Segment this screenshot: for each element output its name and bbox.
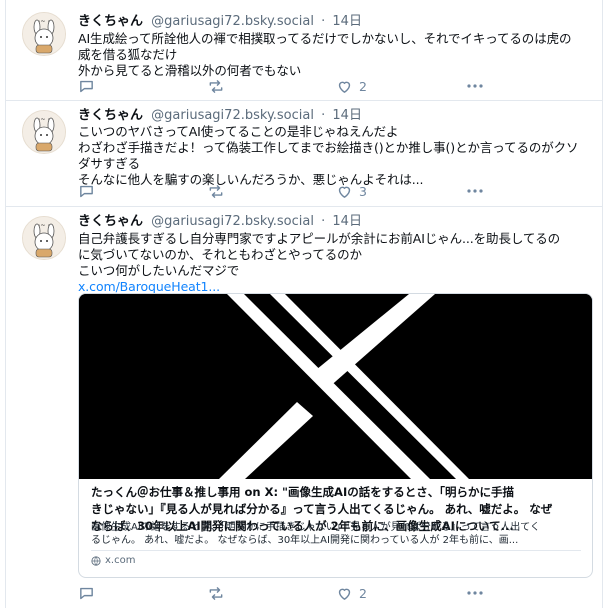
like-count: 2 <box>359 585 367 601</box>
card-image <box>79 294 592 479</box>
author-name[interactable]: きくちゃん <box>78 214 143 229</box>
post-actions: 3 <box>78 182 498 200</box>
post-line: に気づいてないのか、それともわざとやってるのか <box>78 247 362 262</box>
reply-icon <box>80 185 93 197</box>
avatar-rabbit-illustration: ~~ ~ <box>23 111 65 153</box>
avatar[interactable]: ~~ ~ <box>22 110 66 154</box>
post-header: きくちゃん @gariusagi72.bsky.social · 14日 <box>78 108 362 124</box>
x-logo-icon <box>79 294 592 479</box>
repost-icon <box>209 586 223 600</box>
more-icon <box>467 591 483 595</box>
heart-icon <box>338 186 351 198</box>
card-desc-line: 画像生成AIの話をするとさ、「明らかに手描きじゃない」『見る人が見れば分かる』っ… <box>91 522 540 533</box>
like-button[interactable]: 3 <box>336 182 367 200</box>
author-name[interactable]: きくちゃん <box>78 14 143 29</box>
separator-dot: · <box>321 14 326 29</box>
more-options-button[interactable] <box>466 584 484 602</box>
repost-icon <box>209 184 223 198</box>
post-line: AI生成絵って所詮他人の褌で相撲取ってるだけでしかないし、それでイキってるのは虎… <box>78 31 572 46</box>
link-preview-card[interactable]: たっくん＠お仕事＆推し事用 on X: "画像生成AIの話をするとさ、「明らかに… <box>78 293 593 578</box>
post-item[interactable]: ~~ ~ きくちゃん @gariusagi72.bsky.social · 14… <box>6 0 602 101</box>
repost-button[interactable] <box>207 77 231 95</box>
avatar[interactable]: ~~ ~ <box>22 216 66 260</box>
post-header: きくちゃん @gariusagi72.bsky.social · 14日 <box>78 214 362 230</box>
separator-dot: · <box>321 214 326 229</box>
post-actions: 2 <box>78 584 498 602</box>
globe-icon <box>91 556 101 566</box>
post-link[interactable]: x.com/BaroqueHeat1... <box>78 279 220 294</box>
like-button[interactable]: 2 <box>336 77 367 95</box>
reply-button[interactable] <box>78 584 101 602</box>
heart-icon <box>338 588 351 600</box>
reply-icon <box>80 587 93 599</box>
card-title-line: きじゃない」『見る人が見れば分かる』って言う人出てくるじゃん。 あれ、嘘だよ。 … <box>91 502 553 516</box>
post-text: AI生成絵って所詮他人の褌で相撲取ってるだけでしかないし、それでイキってるのは虎… <box>78 31 588 79</box>
post-item[interactable]: ~~ ~ きくちゃん @gariusagi72.bsky.social · 14… <box>6 101 602 207</box>
post-actions: 2 <box>78 77 498 95</box>
post-line: わざわざ手描きだよ！って偽装工作してまでお絵描き()とか推し事()とか言ってるの… <box>78 140 579 155</box>
author-handle[interactable]: @gariusagi72.bsky.social <box>151 108 314 123</box>
reply-button[interactable] <box>78 182 101 200</box>
heart-icon <box>338 81 351 93</box>
reply-button[interactable] <box>78 77 101 95</box>
post-feed: ~~ ~ きくちゃん @gariusagi72.bsky.social · 14… <box>5 0 603 608</box>
author-handle[interactable]: @gariusagi72.bsky.social <box>151 214 314 229</box>
post-line: 威を借る狐なだけ <box>78 47 178 62</box>
like-count: 3 <box>359 183 367 199</box>
post-line: 自己弁護長すぎるし自分専門家ですよアピールが余計にお前AIじゃん...を助長して… <box>78 231 561 246</box>
post-item[interactable]: ~~ ~ きくちゃん @gariusagi72.bsky.social · 14… <box>6 207 602 608</box>
avatar-rabbit-illustration: ~~ ~ <box>23 217 65 259</box>
more-icon <box>467 189 483 193</box>
author-name[interactable]: きくちゃん <box>78 108 143 123</box>
like-count: 2 <box>359 78 367 94</box>
avatar-rabbit-illustration: ~~ ~ <box>23 13 65 55</box>
post-time[interactable]: 14日 <box>332 214 362 229</box>
like-button[interactable]: 2 <box>336 584 367 602</box>
repost-icon <box>209 79 223 93</box>
post-line: こいつのヤバさってAI使ってることの是非じゃねえんだよ <box>78 124 399 139</box>
post-header: きくちゃん @gariusagi72.bsky.social · 14日 <box>78 14 362 30</box>
post-line: こいつ何がしたいんだマジで <box>78 263 240 278</box>
card-title-line: たっくん＠お仕事＆推し事用 on X: "画像生成AIの話をするとさ、「明らかに… <box>91 485 514 499</box>
reply-icon <box>80 80 93 92</box>
author-handle[interactable]: @gariusagi72.bsky.social <box>151 14 314 29</box>
repost-button[interactable] <box>207 584 231 602</box>
more-icon <box>467 84 483 88</box>
card-divider <box>91 550 581 551</box>
repost-button[interactable] <box>207 182 231 200</box>
post-time[interactable]: 14日 <box>332 108 362 123</box>
post-text: こいつのヤバさってAI使ってることの是非じゃねえんだよ わざわざ手描きだよ！って… <box>78 124 588 188</box>
more-options-button[interactable] <box>466 182 484 200</box>
card-domain-text: x.com <box>105 555 136 566</box>
card-domain: x.com <box>91 554 135 568</box>
separator-dot: · <box>321 108 326 123</box>
post-text: 自己弁護長すぎるし自分専門家ですよアピールが余計にお前AIじゃん...を助長して… <box>78 231 588 295</box>
card-description: 画像生成AIの話をするとさ、「明らかに手描きじゃない」『見る人が見れば分かる』っ… <box>91 521 583 547</box>
card-desc-line: るじゃん。 あれ、嘘だよ。 なぜならば、30年以上AI開発に関わっている人が 2… <box>91 535 519 546</box>
avatar[interactable]: ~~ ~ <box>22 12 66 56</box>
post-line: ダサすぎる <box>78 156 141 171</box>
post-time[interactable]: 14日 <box>332 14 362 29</box>
more-options-button[interactable] <box>466 77 484 95</box>
